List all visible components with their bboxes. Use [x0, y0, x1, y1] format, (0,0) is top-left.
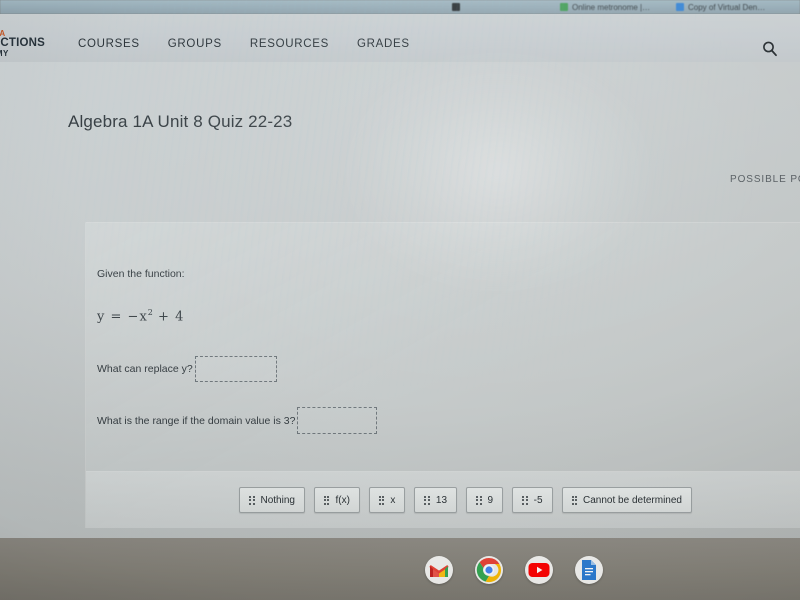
gmail-icon[interactable]: [425, 556, 453, 584]
logo-line-3: DEMY: [0, 48, 9, 58]
answer-dropzone-2[interactable]: [297, 407, 378, 434]
answer-chip-label: -5: [533, 494, 543, 506]
equation-variable: x: [139, 309, 148, 325]
answer-chip-13[interactable]: 13: [414, 487, 458, 513]
answer-chip-fx[interactable]: f(x): [313, 487, 360, 513]
function-equation: y = −x2 + 4: [97, 308, 184, 324]
drag-handle-icon[interactable]: [476, 495, 482, 505]
nav-item-groups[interactable]: GROUPS: [168, 38, 222, 50]
equation-exponent: 2: [147, 308, 153, 317]
equation-plus: +: [158, 309, 170, 325]
drag-handle-icon[interactable]: [571, 495, 578, 505]
top-navigation-bar: RGIA NECTIONS DEMY COURSES GROUPS RESOUR…: [0, 14, 800, 62]
answer-dropzone-1[interactable]: [194, 356, 277, 382]
desktop-taskbar: [0, 538, 800, 600]
drag-handle-icon[interactable]: [424, 495, 430, 505]
green-square-icon: [560, 3, 568, 11]
answer-choice-tray: Nothing f(x) x 13 9 -5 Cannot be determi…: [86, 472, 800, 528]
question-intro: Given the function:: [97, 268, 185, 280]
answer-chip-label: 13: [435, 494, 448, 506]
nav-item-courses[interactable]: COURSES: [78, 38, 140, 50]
site-logo[interactable]: RGIA NECTIONS DEMY: [0, 29, 45, 58]
taskbar-icons: [425, 556, 603, 584]
browser-tab[interactable]: Copy of Virtual Den…: [676, 0, 765, 14]
equation-constant: 4: [175, 309, 185, 325]
drag-handle-icon[interactable]: [522, 495, 528, 505]
page-content: Algebra 1A Unit 8 Quiz 22-23 POSSIBLE PO…: [0, 62, 800, 538]
browser-tab[interactable]: [452, 0, 464, 14]
question-prompt-2: What is the range if the domain value is…: [97, 414, 296, 427]
drag-handle-icon[interactable]: [323, 495, 330, 505]
equation-sign: −: [127, 309, 140, 325]
question-card: Given the function: y = −x2 + 4 What can…: [85, 222, 800, 528]
browser-tab-title: Copy of Virtual Den…: [688, 2, 766, 12]
browser-tab-title: Online metronome |…: [572, 2, 651, 12]
search-icon[interactable]: [760, 39, 780, 59]
answer-chip-label: f(x): [335, 494, 350, 506]
answer-chip-label: Cannot be determined: [583, 494, 682, 506]
nav-links: COURSES GROUPS RESOURCES GRADES: [78, 38, 410, 50]
answer-chip-label: x: [390, 494, 396, 506]
page-title: Algebra 1A Unit 8 Quiz 22-23: [68, 112, 293, 131]
answer-chip-minus5[interactable]: -5: [512, 487, 553, 513]
question-row: What is the range if the domain value is…: [97, 407, 378, 434]
browser-tab-strip: Online metronome |… Copy of Virtual Den…: [0, 0, 800, 14]
answer-chip-nothing[interactable]: Nothing: [239, 487, 305, 513]
nav-item-grades[interactable]: GRADES: [357, 38, 410, 50]
possible-points-label: POSSIBLE PO: [730, 174, 800, 185]
answer-chip-x[interactable]: x: [368, 487, 406, 513]
equation-equals: =: [110, 309, 123, 325]
drag-handle-icon[interactable]: [378, 495, 385, 505]
dark-square-icon: [452, 3, 460, 11]
equation-lhs: y: [97, 309, 106, 325]
google-docs-icon[interactable]: [575, 556, 603, 584]
chrome-icon[interactable]: [475, 556, 503, 584]
screen-photo: Online metronome |… Copy of Virtual Den……: [0, 0, 800, 600]
answer-chip-label: 9: [487, 494, 494, 506]
drag-handle-icon[interactable]: [249, 495, 255, 505]
answer-chip-cannot-be-determined[interactable]: Cannot be determined: [561, 487, 692, 513]
question-row: What can replace y?: [97, 356, 277, 382]
nav-item-resources[interactable]: RESOURCES: [250, 38, 329, 50]
browser-tab[interactable]: Online metronome |…: [560, 0, 650, 14]
answer-chip-9[interactable]: 9: [466, 487, 504, 513]
youtube-icon[interactable]: [525, 556, 553, 584]
blue-doc-icon: [676, 3, 684, 11]
answer-chip-label: Nothing: [260, 494, 295, 506]
question-prompt-1: What can replace y?: [97, 363, 193, 375]
